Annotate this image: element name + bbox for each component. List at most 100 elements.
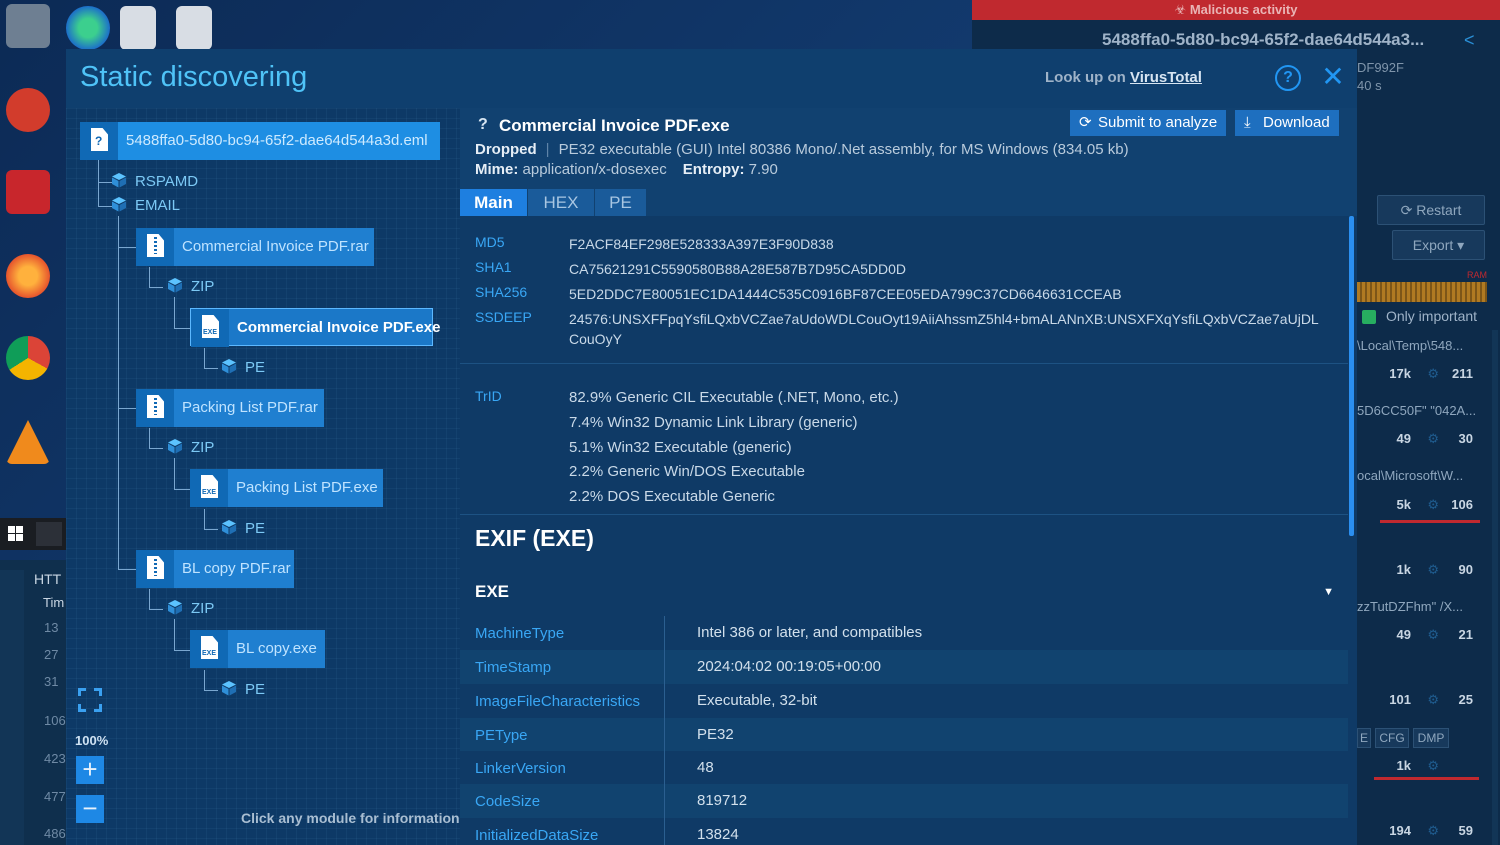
module-info-pane: ? Commercial Invoice PDF.exe ⟳ Submit to …	[460, 108, 1357, 845]
file-unknown-icon: ?	[80, 122, 118, 160]
edge-icon[interactable]	[66, 6, 110, 50]
tag-badge[interactable]: DMP	[1413, 728, 1449, 748]
exif-value: 819712	[697, 792, 748, 809]
http-tab-label[interactable]: HTT	[34, 571, 61, 587]
section-divider	[460, 363, 1348, 364]
word-doc-icon[interactable]	[176, 6, 212, 50]
tree-node-exe-selected[interactable]: EXE Commercial Invoice PDF.exe	[190, 308, 440, 347]
hash-value[interactable]: F2ACF84EF298E528333A397E3F90D838	[569, 234, 1339, 254]
only-important-toggle[interactable]: Only important	[1358, 308, 1477, 324]
tag-badge[interactable]: CFG	[1375, 728, 1409, 748]
tree-leaf-zip[interactable]: ZIP	[167, 277, 214, 297]
archive-file-icon	[136, 389, 174, 427]
trid-label: TrID	[475, 388, 502, 404]
exif-value: 48	[697, 759, 714, 776]
tab-pe[interactable]: PE	[595, 189, 646, 216]
export-button[interactable]: Export ▾	[1392, 230, 1485, 260]
hash-value[interactable]: 24576:UNSXFFpqYsfiLQxbVCZae7aUdoWDLCouOy…	[569, 309, 1339, 349]
chrome-icon[interactable]	[6, 336, 50, 380]
main-tab-content[interactable]: MD5 F2ACF84EF298E528333A397E3F90D838 SHA1…	[460, 216, 1357, 845]
module-tree-pane: ? 5488ffa0-5d80-bc94-65f2-dae64d544a3d.e…	[66, 108, 460, 845]
tag-badge[interactable]: E	[1357, 728, 1371, 748]
download-icon: ⤓	[1244, 114, 1251, 131]
tree-leaf-pe[interactable]: PE	[221, 358, 265, 378]
tab-main[interactable]: Main	[460, 189, 527, 216]
firefox-icon[interactable]	[6, 254, 50, 298]
tree-leaf-label: ZIP	[191, 439, 215, 456]
network-icon: ⚙	[1427, 366, 1439, 381]
hash-value[interactable]: CA75621291C5590580B88A28E587B7D95CA5DD0D	[569, 259, 1339, 279]
cube-icon	[168, 439, 182, 454]
vlc-icon[interactable]	[6, 420, 50, 464]
virustotal-link[interactable]: VirusTotal	[1130, 69, 1202, 86]
tree-node-archive[interactable]: Commercial Invoice PDF.rar	[136, 228, 374, 266]
separator: |	[545, 141, 550, 158]
fit-screen-icon[interactable]	[78, 688, 102, 712]
tree-node-archive[interactable]: Packing List PDF.rar	[136, 389, 324, 427]
tree-leaf-pe[interactable]: PE	[221, 680, 265, 700]
stat-value: 90	[1458, 562, 1473, 577]
stat-value: 101	[1389, 692, 1411, 707]
cube-icon	[222, 681, 236, 696]
stat-value: 106	[1451, 497, 1473, 512]
process-path[interactable]: ocal\Microsoft\W...	[1357, 468, 1477, 483]
tree-connector	[118, 216, 119, 570]
tree-connector	[118, 408, 136, 409]
cube-icon	[168, 278, 182, 293]
stat-value: 30	[1458, 431, 1473, 446]
tree-leaf-rspamd[interactable]: RSPAMD	[111, 172, 198, 192]
zoom-out-button[interactable]: −	[76, 795, 104, 823]
task-duration: 40 s	[1357, 78, 1382, 93]
process-path[interactable]: zzTutDZFhm" /X...	[1357, 599, 1477, 614]
word-doc-icon[interactable]	[120, 6, 156, 50]
tab-hex[interactable]: HEX	[528, 189, 594, 216]
tree-node-exe[interactable]: EXE Packing List PDF.exe	[190, 469, 383, 507]
windows-start-icon[interactable]	[8, 526, 24, 542]
file-mime-line: Mime: application/x-dosexec Entropy: 7.90	[475, 161, 778, 178]
mime-label: Mime:	[475, 161, 519, 178]
tree-node-archive[interactable]: BL copy PDF.rar	[136, 550, 294, 588]
recycle-bin-icon[interactable]	[6, 4, 50, 48]
tree-connector	[149, 287, 163, 288]
network-icon: ⚙	[1427, 823, 1439, 838]
exe-file-icon: EXE	[190, 630, 228, 668]
tree-leaf-zip[interactable]: ZIP	[167, 438, 214, 458]
network-icon: ⚙	[1427, 758, 1439, 773]
network-icon: ⚙	[1427, 627, 1439, 642]
stat-value: 49	[1396, 627, 1411, 642]
tree-connector	[118, 569, 136, 570]
zoom-in-button[interactable]: +	[76, 756, 104, 784]
close-button[interactable]: ✕	[1321, 62, 1345, 92]
hash-value[interactable]: 5ED2DDC7E80051EC1DA1444C535C0916BF87CEE0…	[569, 284, 1339, 304]
tree-connector	[204, 368, 218, 369]
taskbar-search-icon[interactable]	[36, 522, 62, 546]
tree-node-root-eml[interactable]: ? 5488ffa0-5d80-bc94-65f2-dae64d544a3d.e…	[80, 122, 440, 160]
download-button[interactable]: ⤓ Download	[1235, 110, 1339, 136]
process-path[interactable]: \Local\Temp\548...	[1357, 338, 1477, 353]
modal-header: Static discovering Look up on VirusTotal…	[66, 49, 1357, 108]
process-path[interactable]: 5D6CC50F" "042A...	[1357, 403, 1477, 418]
tree-node-label: 5488ffa0-5d80-bc94-65f2-dae64d544a3d.eml	[126, 132, 428, 149]
exe-file-icon: EXE	[191, 309, 229, 347]
tree-node-exe[interactable]: EXE BL copy.exe	[190, 630, 325, 668]
acrobat-icon[interactable]	[6, 170, 50, 214]
restart-button[interactable]: ⟳ Restart	[1377, 195, 1485, 225]
stat-value: 211	[1452, 366, 1473, 381]
tree-leaf-zip[interactable]: ZIP	[167, 599, 214, 619]
row-number: 477	[44, 789, 66, 804]
content-scrollbar[interactable]	[1349, 216, 1354, 536]
row-number: 423	[44, 751, 66, 766]
exif-row: CodeSize 819712	[460, 784, 1348, 818]
tree-leaf-pe[interactable]: PE	[221, 519, 265, 539]
tree-connector	[204, 509, 205, 529]
share-icon[interactable]: <	[1464, 30, 1475, 51]
hash-label: MD5	[475, 234, 505, 250]
tree-leaf-email[interactable]: EMAIL	[111, 196, 180, 216]
help-button[interactable]: ?	[1275, 65, 1301, 91]
time-column-label: Tim	[43, 595, 65, 610]
tree-leaf-label: EMAIL	[135, 197, 181, 214]
panel-scrollbar[interactable]	[1492, 330, 1498, 845]
exe-section-header[interactable]: EXE ▼	[460, 568, 1348, 616]
submit-to-analyze-button[interactable]: ⟳ Submit to analyze	[1070, 110, 1227, 136]
ccleaner-icon[interactable]	[6, 88, 50, 132]
